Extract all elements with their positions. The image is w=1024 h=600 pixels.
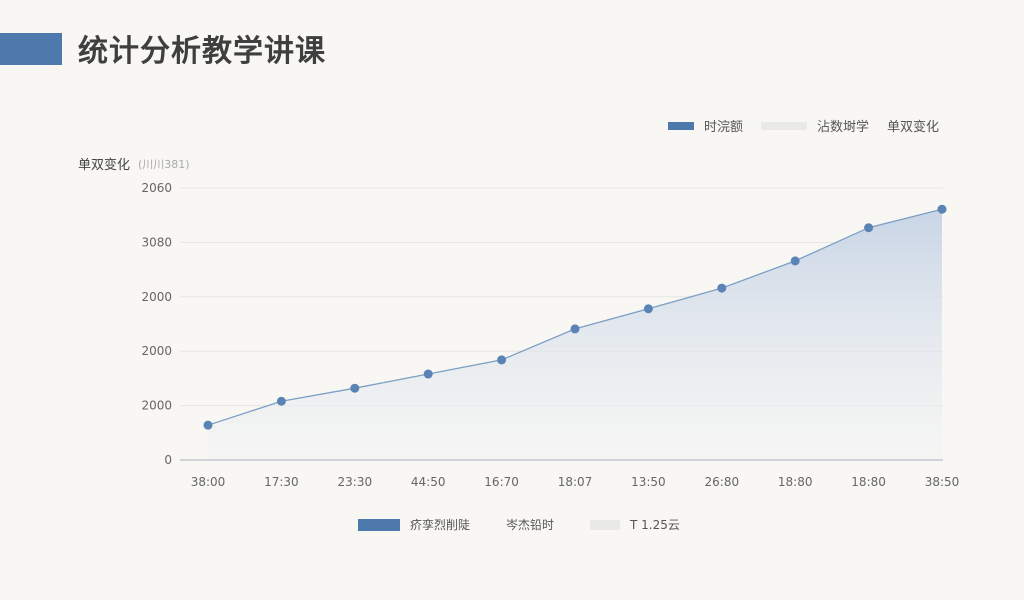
x-tick-label: 17:30	[264, 475, 299, 489]
data-point	[937, 204, 947, 214]
x-tick-label: 26:80	[705, 475, 740, 489]
data-point	[497, 355, 507, 365]
bottom-legend: 疥孪烈削陡 岑杰铅时 T 1.25云	[358, 516, 716, 533]
y-tick-label: 2060	[141, 181, 172, 195]
x-tick-labels: 38:00 17:30 23:30 44:50 16:70 18:07 13:50 26:80…	[191, 475, 960, 489]
x-tick-label: 16:70	[484, 475, 519, 489]
data-point	[350, 383, 360, 393]
y-tick-label: 2000	[141, 290, 172, 304]
data-point	[570, 324, 580, 334]
y-tick-label: 3080	[141, 235, 172, 249]
bottom-legend-item-3: T 1.25云	[590, 516, 680, 533]
y-tick-label: 2000	[141, 344, 172, 358]
data-point	[717, 283, 727, 293]
y-tick-label: 2000	[141, 399, 172, 413]
x-tick-label: 18:80	[778, 475, 813, 489]
bottom-legend-item-2: 岑杰铅时	[506, 516, 554, 533]
x-tick-label: 44:50	[411, 475, 446, 489]
data-point	[790, 256, 800, 266]
bottom-legend-swatch-light	[590, 519, 621, 530]
x-tick-label: 13:50	[631, 475, 666, 489]
data-point	[423, 369, 433, 379]
x-tick-label: 23:30	[338, 475, 373, 489]
data-point	[276, 396, 286, 406]
bottom-legend-label-1: 疥孪烈削陡	[410, 518, 471, 532]
x-tick-label: 18:80	[851, 475, 886, 489]
x-tick-label: 18:07	[558, 475, 593, 489]
bottom-legend-swatch-blue	[358, 518, 400, 531]
data-point	[203, 420, 213, 430]
area-chart: 0 2000 2000 2000 3080 2060 38:00 17:30 23:30 44:…	[141, 181, 960, 489]
bottom-legend-label-2: 岑杰铅时	[506, 518, 555, 532]
y-tick-label: 0	[164, 453, 172, 467]
x-tick-label: 38:00	[191, 475, 226, 489]
bottom-legend-label-3: T 1.25云	[630, 518, 680, 532]
data-point	[643, 304, 653, 314]
data-point	[864, 223, 874, 233]
area-fill	[208, 209, 942, 460]
x-tick-label: 38:50	[925, 475, 960, 489]
bottom-legend-item-1: 疥孪烈削陡	[358, 516, 470, 533]
y-tick-labels: 0 2000 2000 2000 3080 2060	[141, 181, 172, 467]
